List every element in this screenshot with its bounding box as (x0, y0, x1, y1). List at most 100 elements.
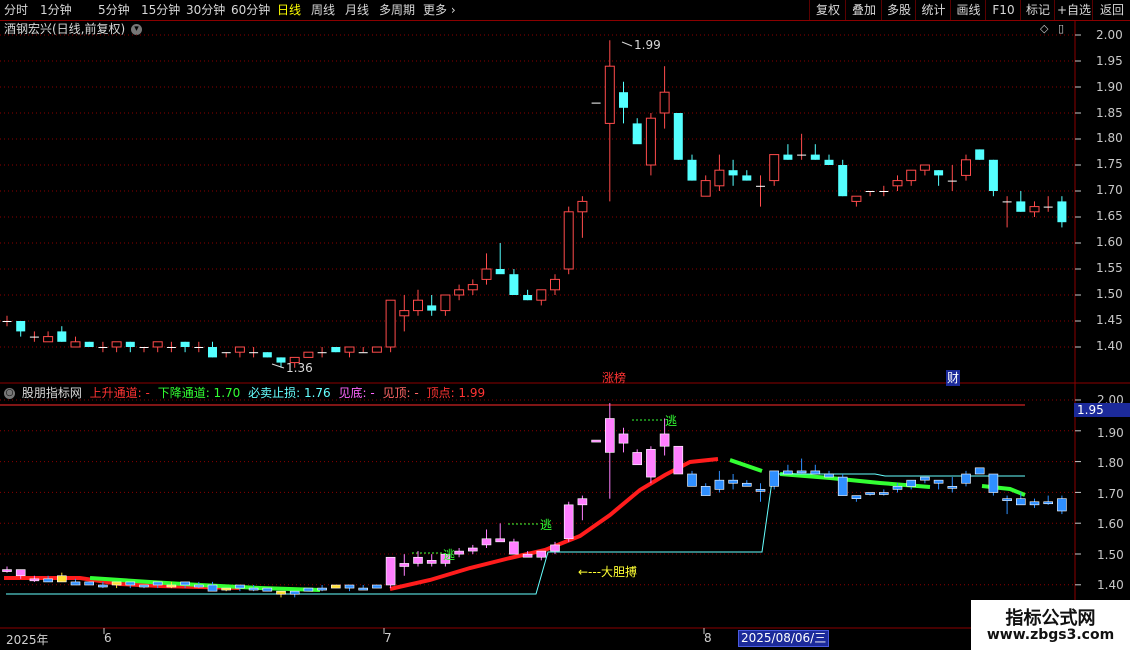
candle-body (440, 294, 451, 312)
price-tick: 1.40 (1096, 339, 1123, 353)
candle-body (523, 295, 533, 301)
candle-body (331, 347, 341, 353)
candle-body (769, 154, 780, 182)
candle-body (276, 357, 286, 363)
ind-bar-body (303, 587, 314, 592)
ind-bar-body (687, 473, 697, 487)
candle-body (892, 180, 903, 187)
ind-bar-body (139, 584, 149, 588)
candle-body (934, 170, 944, 176)
ind-tick: 1.80 (1097, 456, 1124, 470)
ind-bar-body (1029, 501, 1040, 506)
ind-bar-body (591, 439, 601, 443)
ind-bar-body (15, 569, 26, 577)
watermark: 指标公式网 www.zbgs3.com (971, 600, 1130, 650)
candle-body (139, 347, 149, 348)
price-tick: 1.90 (1096, 80, 1123, 94)
indicator-value-bottom: 见底: - (338, 386, 375, 400)
ind-bar-body (851, 495, 862, 499)
ind-bar-body (1057, 498, 1067, 512)
fall-channel-line (981, 484, 1026, 497)
ind-bar-body (166, 584, 177, 588)
ind-bar-body (111, 581, 122, 586)
candle-body (70, 341, 81, 348)
ind-bar-body (824, 473, 834, 478)
ind-bar-body (837, 476, 848, 496)
ind-bar-body (906, 479, 917, 487)
price-tick: 1.50 (1096, 287, 1123, 301)
current-value-box: 1.95 (1074, 403, 1130, 417)
bold-entry-label: ←---大胆搏 (578, 565, 638, 579)
escape-label: 逃 (540, 518, 553, 532)
ind-bar-body (700, 486, 711, 496)
indicator-value-top: 见顶: - (382, 386, 419, 400)
candle-body (1002, 201, 1012, 203)
kline-chart[interactable] (0, 0, 1130, 650)
ind-bar-body (550, 544, 560, 552)
candle-body (879, 191, 889, 192)
price-tick: 1.55 (1096, 261, 1123, 275)
ind-bar-body (56, 575, 67, 583)
indicator-header: ○ 股朋指标网 上升通道: - 下降通道: 1.70 必卖止损: 1.76 见底… (4, 385, 485, 401)
low-pointer (271, 363, 285, 369)
ind-bar-body (878, 492, 889, 495)
candle-body (344, 346, 355, 353)
candle-body (166, 347, 176, 348)
candle-body (797, 154, 807, 156)
ind-bar-body (988, 473, 999, 493)
ind-bar-body (810, 470, 821, 475)
ind-bar-body (344, 584, 355, 589)
ind-bar-body (673, 445, 684, 475)
candle-body (673, 113, 683, 160)
ind-bar-body (495, 538, 506, 543)
ind-bar-body (1002, 498, 1012, 501)
candle-body (906, 169, 917, 182)
candle-body (604, 65, 615, 124)
price-tick: 1.95 (1096, 54, 1123, 68)
candle-body (125, 341, 135, 347)
candle-body (1029, 206, 1040, 213)
candle-body (84, 341, 94, 347)
candle-body (1043, 206, 1053, 208)
ind-bar-body (933, 479, 944, 484)
ind-bar-body (358, 587, 369, 591)
indicator-name[interactable]: 股朋指标网 (22, 386, 82, 400)
ind-bar-body (728, 479, 738, 484)
ind-bar-body (604, 418, 615, 453)
ind-bar-body (509, 541, 519, 555)
x-axis-label: 8 (704, 631, 712, 645)
ind-tick: 1.90 (1097, 426, 1124, 440)
ind-tick: 1.50 (1097, 548, 1124, 562)
candle-body (851, 195, 862, 202)
ind-bar-body (70, 581, 81, 586)
ind-bar-body (1015, 498, 1026, 506)
candle-body (467, 284, 478, 291)
ind-bar-body (892, 486, 903, 490)
candle-body (358, 352, 368, 354)
zhang-badge[interactable]: 涨榜 (602, 370, 626, 386)
low-price-marker: 1.36 (286, 361, 313, 375)
candle-body (481, 268, 492, 280)
ind-bar-body (769, 470, 780, 487)
settings-icon[interactable]: ○ (4, 388, 15, 399)
candle-body (234, 346, 245, 353)
price-tick: 1.85 (1096, 106, 1123, 120)
candle-body (1057, 201, 1067, 223)
ind-bar-body (974, 467, 985, 475)
candle-body (714, 169, 725, 187)
indicator-value-stop: 必卖止损: 1.76 (248, 386, 331, 400)
ind-bar-body (618, 433, 629, 444)
ind-bar-body (481, 538, 492, 546)
ind-bar-body (399, 563, 410, 567)
candle-body (1016, 201, 1026, 212)
cai-badge[interactable]: 财 (946, 370, 961, 386)
candle-body (550, 278, 560, 291)
candle-body (385, 299, 396, 348)
candle-body (111, 341, 122, 348)
ind-bar-body (714, 479, 725, 490)
candle-body (249, 352, 259, 354)
fall-channel-line (729, 458, 763, 473)
ind-bar-body (467, 547, 478, 552)
candle-body (865, 191, 875, 192)
candle-body (317, 352, 327, 354)
